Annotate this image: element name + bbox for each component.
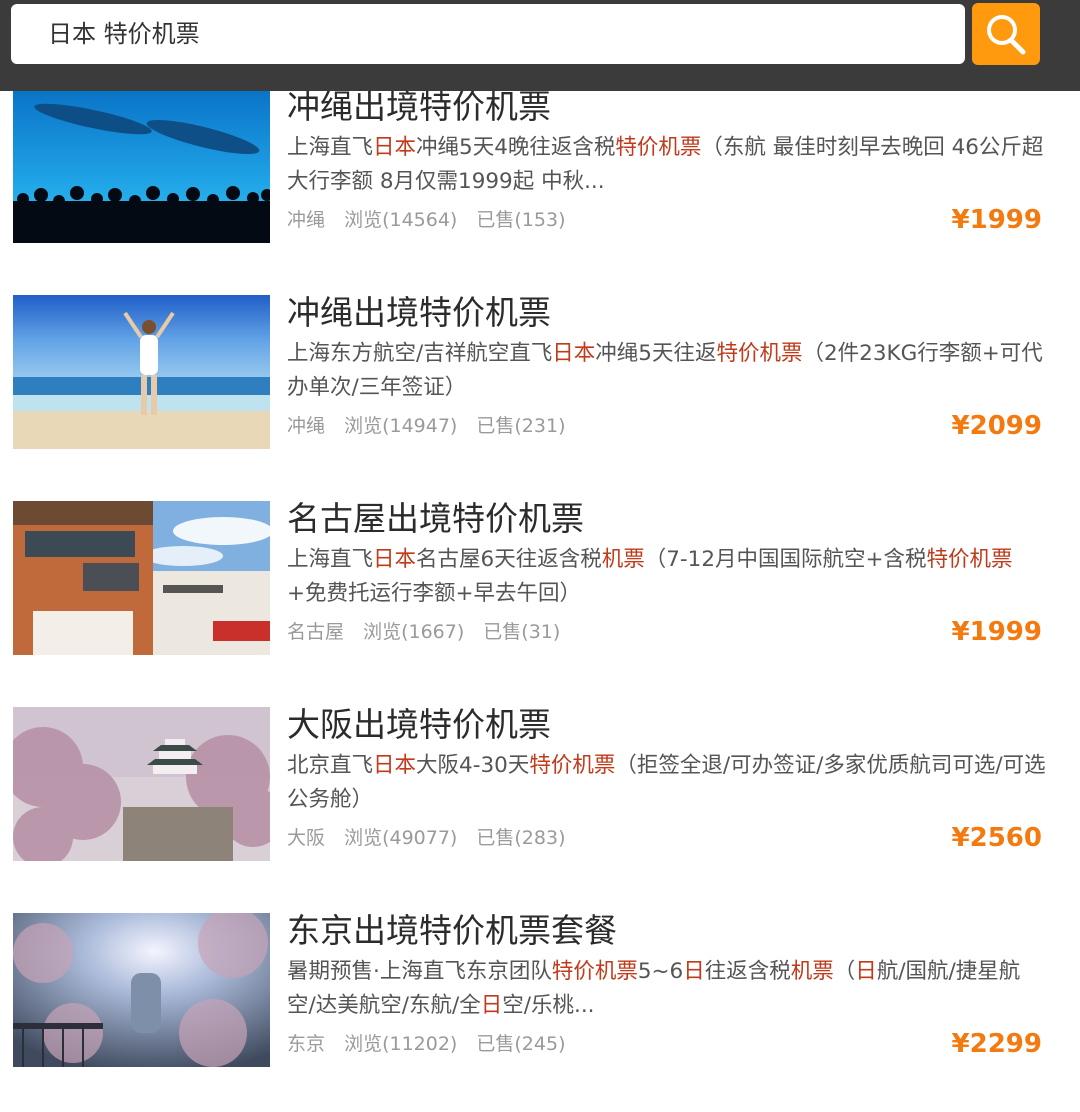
item-location: 大阪	[287, 827, 326, 849]
item-price: ¥2099	[951, 411, 1042, 441]
item-location: 东京	[287, 1033, 326, 1055]
highlight-text: 日	[480, 993, 503, 1018]
highlight-text: 日	[855, 959, 877, 984]
highlight-text: 日	[683, 959, 705, 984]
desc-text: 冲绳5天4晚往返含税	[416, 135, 616, 160]
item-price: ¥1999	[951, 617, 1042, 647]
desc-text: 名古屋6天往返含税	[416, 547, 602, 572]
item-location: 名古屋	[287, 621, 345, 643]
item-price: ¥2299	[951, 1029, 1042, 1059]
desc-text: +免费托运行李额+早去午回）	[287, 581, 582, 606]
item-sold: 已售(231)	[476, 415, 566, 437]
thumbnail-tokyo-illustration[interactable]	[13, 913, 270, 1067]
item-views: 浏览(1667)	[363, 621, 465, 643]
item-description: 上海直飞日本冲绳5天4晚往返含税特价机票（东航 最佳时刻早去晚回 46公斤超大行…	[287, 131, 1047, 199]
highlight-text: 机票	[790, 959, 834, 984]
item-title[interactable]: 冲绳出境特价机票	[287, 85, 1067, 129]
desc-text: 空/乐桃...	[502, 993, 595, 1018]
item-price: ¥2560	[951, 823, 1042, 853]
item-sold: 已售(245)	[476, 1033, 566, 1055]
list-item[interactable]: 大阪出境特价机票 北京直飞日本大阪4-30天特价机票（拒签全退/可办签证/多家优…	[0, 705, 1080, 867]
item-meta: 大阪 浏览(49077) 已售(283)	[287, 825, 578, 851]
item-description: 暑期预售·上海直飞东京团队特价机票5~6日往返含税机票（日航/国航/捷星航空/达…	[287, 955, 1047, 1023]
desc-text: 上海东方航空/吉祥航空直飞	[287, 341, 553, 366]
search-header: 日本 特价机票	[0, 0, 1080, 91]
highlight-text: 特价机票	[716, 341, 803, 366]
highlight-text: 日本	[373, 753, 417, 778]
item-description: 上海东方航空/吉祥航空直飞日本冲绳5天往返特价机票（2件23KG行李额+可代办单…	[287, 337, 1047, 405]
item-title[interactable]: 大阪出境特价机票	[287, 703, 1067, 747]
thumbnail-osaka-castle[interactable]	[13, 707, 270, 861]
item-views: 浏览(49077)	[344, 827, 458, 849]
highlight-text: 特价机票	[615, 135, 702, 160]
item-sold: 已售(153)	[476, 209, 566, 231]
desc-text: 往返含税	[704, 959, 791, 984]
item-views: 浏览(14947)	[344, 415, 458, 437]
desc-text: 5~6	[637, 959, 684, 984]
highlight-text: 日本	[552, 341, 596, 366]
item-views: 浏览(14564)	[344, 209, 458, 231]
item-location: 冲绳	[287, 415, 326, 437]
item-sold: 已售(283)	[476, 827, 566, 849]
list-item[interactable]: 冲绳出境特价机票 上海东方航空/吉祥航空直飞日本冲绳5天往返特价机票（2件23K…	[0, 293, 1080, 455]
desc-text: 大阪4-30天	[416, 753, 530, 778]
desc-text: 上海直飞	[287, 135, 374, 160]
highlight-text: 特价机票	[529, 753, 616, 778]
search-input[interactable]: 日本 特价机票	[11, 4, 965, 64]
search-button[interactable]	[972, 3, 1040, 65]
item-views: 浏览(11202)	[344, 1033, 458, 1055]
desc-text: 上海直飞	[287, 547, 374, 572]
list-item[interactable]: 东京出境特价机票套餐 暑期预售·上海直飞东京团队特价机票5~6日往返含税机票（日…	[0, 911, 1080, 1073]
item-description: 上海直飞日本名古屋6天往返含税机票（7-12月中国国际航空+含税特价机票 +免费托…	[287, 543, 1047, 611]
result-list: 冲绳出境特价机票 上海直飞日本冲绳5天4晚往返含税特价机票（东航 最佳时刻早去晚…	[0, 0, 1080, 1112]
desc-text: 北京直飞	[287, 753, 374, 778]
thumbnail-beach[interactable]	[13, 295, 270, 449]
item-meta: 冲绳 浏览(14564) 已售(153)	[287, 207, 578, 233]
list-item[interactable]: 冲绳出境特价机票 上海直飞日本冲绳5天4晚往返含税特价机票（东航 最佳时刻早去晚…	[0, 87, 1080, 249]
item-title[interactable]: 东京出境特价机票套餐	[287, 909, 1067, 953]
item-description: 北京直飞日本大阪4-30天特价机票（拒签全退/可办签证/多家优质航司可选/可选公…	[287, 749, 1047, 817]
item-location: 冲绳	[287, 209, 326, 231]
highlight-text: 日本	[373, 135, 417, 160]
item-price: ¥1999	[951, 205, 1042, 235]
desc-text: 暑期预售·上海直飞东京团队	[287, 959, 552, 984]
highlight-text: 特价机票	[926, 547, 1013, 572]
desc-text: 冲绳5天往返	[595, 341, 717, 366]
highlight-text: 日本	[373, 547, 417, 572]
item-sold: 已售(31)	[483, 621, 561, 643]
desc-text: （7-12月中国国际航空+含税	[644, 547, 927, 572]
thumbnail-outlet-building[interactable]	[13, 501, 270, 655]
list-item[interactable]: 名古屋出境特价机票 上海直飞日本名古屋6天往返含税机票（7-12月中国国际航空+…	[0, 499, 1080, 661]
item-meta: 名古屋 浏览(1667) 已售(31)	[287, 619, 573, 645]
item-meta: 东京 浏览(11202) 已售(245)	[287, 1031, 578, 1057]
highlight-text: 特价机票	[551, 959, 638, 984]
thumbnail-aquarium[interactable]	[13, 89, 270, 243]
highlight-text: 机票	[601, 547, 645, 572]
item-title[interactable]: 名古屋出境特价机票	[287, 497, 1067, 541]
item-title[interactable]: 冲绳出境特价机票	[287, 291, 1067, 335]
search-icon	[987, 15, 1026, 55]
item-meta: 冲绳 浏览(14947) 已售(231)	[287, 413, 578, 439]
desc-text: （	[833, 959, 856, 984]
